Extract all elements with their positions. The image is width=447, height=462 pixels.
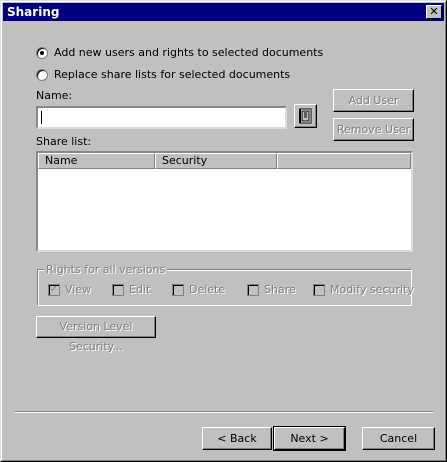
radio-replace-label[interactable]: Replace share lists for selected documen… (54, 68, 290, 81)
title-bar: Sharing ✕ (3, 3, 444, 21)
add-user-button[interactable]: Add User (333, 89, 414, 112)
close-icon: ✕ (429, 5, 439, 18)
checkbox-share[interactable] (247, 284, 259, 296)
column-header-name[interactable]: Name (38, 153, 155, 169)
checkbox-edit[interactable] (112, 284, 124, 296)
name-input[interactable] (36, 106, 287, 129)
column-header-security[interactable]: Security (155, 153, 277, 169)
share-list-label: Share list: (36, 135, 92, 148)
name-label: Name: (36, 89, 73, 102)
checkbox-share-label: Share (264, 283, 296, 296)
checkbox-view-label: View (65, 283, 92, 296)
back-button[interactable]: < Back (202, 427, 272, 450)
next-button[interactable]: Next > (273, 426, 346, 451)
close-button[interactable]: ✕ (426, 5, 442, 19)
checkbox-modify-security[interactable] (313, 284, 325, 296)
column-header-filler (277, 153, 411, 169)
radio-replace[interactable] (36, 69, 48, 81)
rights-group-legend: Rights for all versions (44, 263, 168, 276)
version-level-security-button[interactable]: Version Level Security... (36, 316, 156, 353)
address-book-icon (299, 108, 312, 124)
sharing-dialog: Sharing ✕ Add new users and rights to se… (0, 0, 447, 462)
checkbox-delete[interactable] (172, 284, 184, 296)
address-book-button[interactable] (294, 104, 317, 128)
checkbox-delete-label: Delete (189, 283, 226, 296)
checkbox-edit-label: Edit (129, 283, 151, 296)
checkbox-view[interactable]: ✓ (48, 284, 60, 296)
checkmark-icon: ✓ (49, 284, 59, 295)
cancel-button[interactable]: Cancel (362, 427, 435, 450)
radio-add-new[interactable] (36, 47, 48, 59)
checkbox-modify-security-label: Modify security (330, 283, 414, 296)
window-title: Sharing (7, 5, 60, 19)
radio-selected-dot (40, 51, 44, 55)
remove-user-button[interactable]: Remove User (333, 118, 414, 141)
text-cursor (41, 111, 42, 124)
share-list[interactable]: Name Security (36, 151, 413, 252)
footer-separator (15, 411, 433, 413)
radio-add-new-label[interactable]: Add new users and rights to selected doc… (54, 46, 323, 59)
